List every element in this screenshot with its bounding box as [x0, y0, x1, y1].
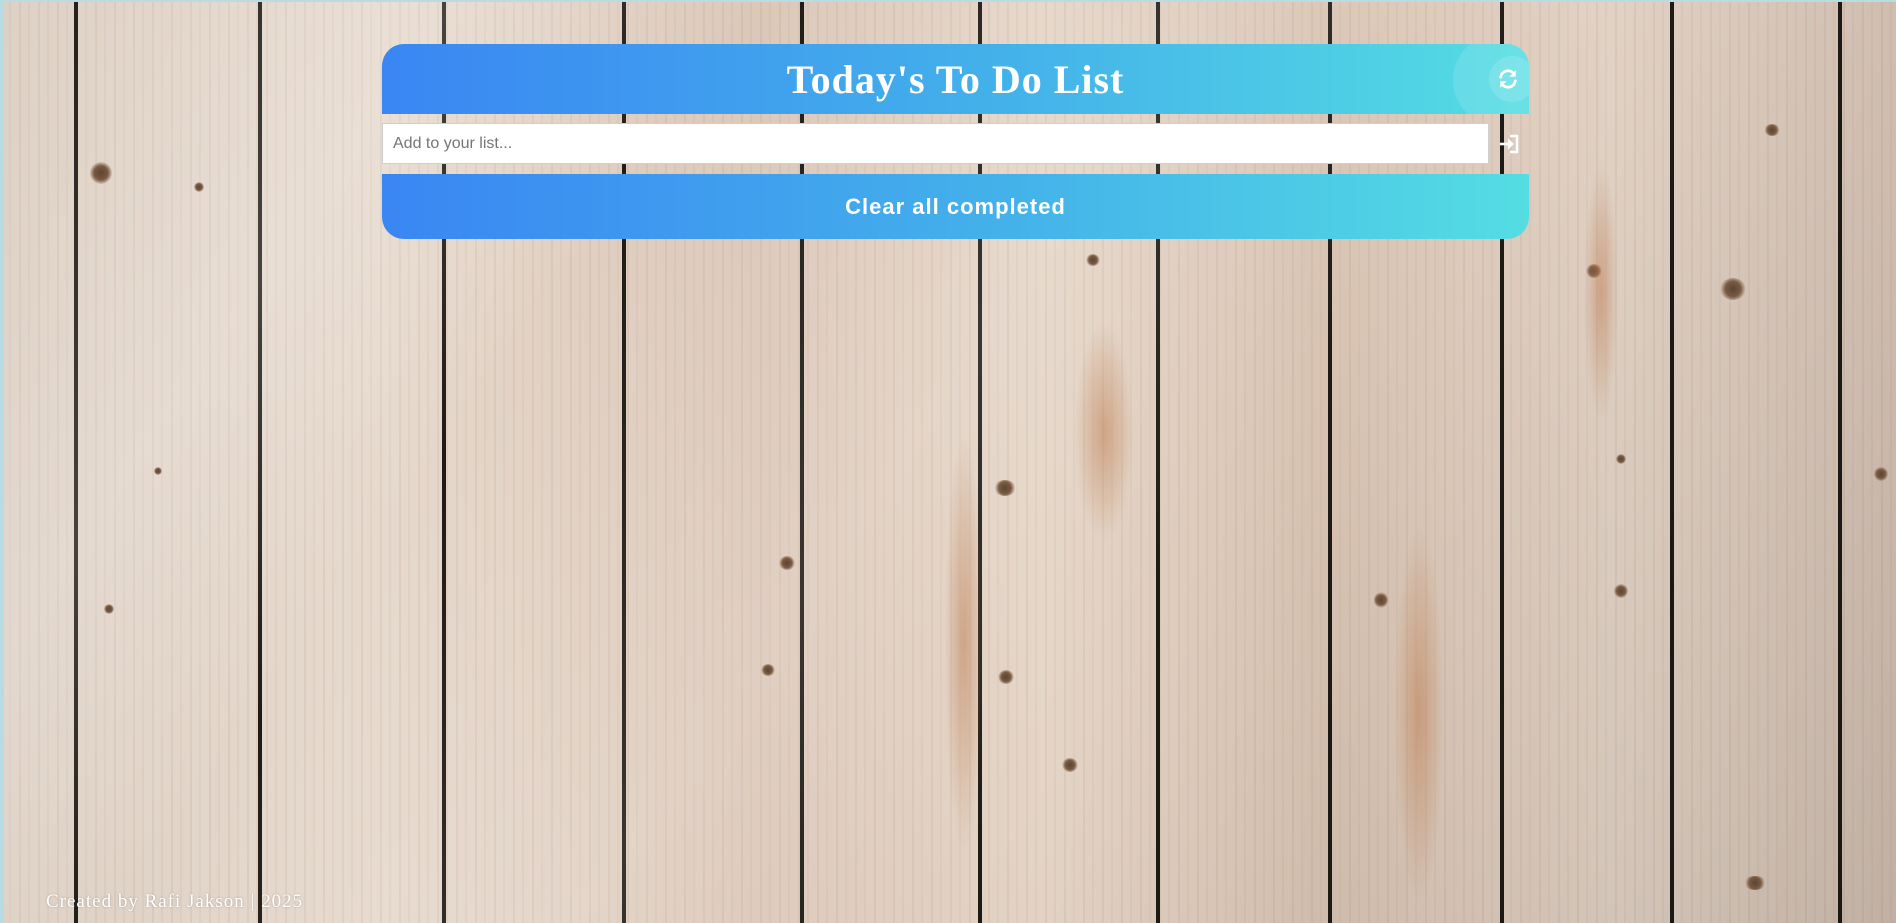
page-title: Today's To Do List [786, 56, 1125, 102]
clear-completed-button[interactable]: Clear all completed [382, 174, 1529, 239]
app-header: Today's To Do List [382, 44, 1529, 114]
todo-app: Today's To Do List Clear all completed [382, 44, 1529, 239]
refresh-icon [1499, 69, 1517, 89]
add-item-input[interactable] [382, 123, 1489, 164]
add-item-button[interactable] [1489, 123, 1529, 164]
footer-credit: Created by Rafi Jakson | 2025 [46, 891, 304, 912]
sign-in-icon [1500, 134, 1519, 153]
clear-completed-label: Clear all completed [845, 193, 1066, 219]
refresh-button[interactable] [1487, 44, 1529, 114]
add-item-row [382, 123, 1529, 164]
